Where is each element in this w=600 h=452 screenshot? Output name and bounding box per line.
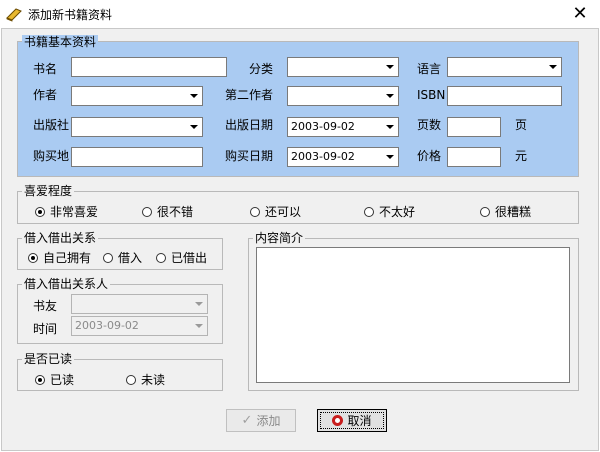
chevron-down-icon[interactable]: [191, 295, 207, 313]
check-icon: ✓: [241, 413, 253, 428]
time-label: 时间: [33, 322, 58, 336]
publish-date-picker[interactable]: 2003-09-02: [287, 117, 399, 137]
preference-option-3[interactable]: 还可以: [250, 203, 301, 220]
purchase-date-value: 2003-09-02: [291, 150, 355, 163]
time-value: 2003-09-02: [75, 319, 139, 332]
radio-icon: [126, 374, 136, 385]
author-select[interactable]: [71, 86, 203, 106]
radio-selected-icon: [28, 252, 38, 263]
preference-option-2[interactable]: 很不错: [142, 203, 193, 220]
lending-option-borrowed[interactable]: 借入: [103, 249, 142, 266]
radio-icon: [364, 206, 374, 217]
book-icon: [6, 8, 22, 22]
time-picker[interactable]: 2003-09-02: [71, 316, 208, 336]
chevron-down-icon[interactable]: [186, 118, 202, 136]
radio-icon: [480, 206, 490, 217]
publisher-label: 出版社: [33, 118, 70, 132]
cancel-icon: [332, 415, 344, 426]
add-button[interactable]: ✓ 添加: [226, 409, 296, 432]
title-label: 书名: [33, 62, 58, 76]
cancel-button[interactable]: 取消: [317, 409, 387, 432]
close-button[interactable]: ✕: [565, 2, 595, 26]
close-icon: ✕: [572, 3, 588, 24]
pages-input[interactable]: [447, 117, 501, 137]
radio-selected-icon: [35, 206, 45, 217]
preference-option-5[interactable]: 很糟糕: [480, 203, 531, 220]
second-author-label: 第二作者: [225, 88, 274, 102]
author-label: 作者: [33, 88, 58, 102]
category-label: 分类: [249, 62, 274, 76]
isbn-input[interactable]: [447, 86, 562, 106]
radio-icon: [250, 206, 260, 217]
friend-label: 书友: [33, 299, 58, 313]
preference-option-4[interactable]: 不太好: [364, 203, 415, 220]
chevron-down-icon[interactable]: [382, 58, 398, 76]
friend-select[interactable]: [71, 294, 208, 314]
basic-info-group-title: 书籍基本资料: [22, 35, 99, 49]
title-bar: 添加新书籍资料 ✕: [0, 0, 600, 28]
publish-date-label: 出版日期: [225, 118, 274, 132]
lending-group-title: 借入借出关系: [22, 231, 99, 245]
title-input[interactable]: [71, 57, 227, 77]
add-button-label: 添加: [256, 414, 281, 428]
price-input[interactable]: [447, 147, 501, 167]
language-select[interactable]: [447, 57, 562, 77]
chevron-down-icon[interactable]: [382, 87, 398, 105]
category-select[interactable]: [287, 57, 399, 77]
pages-unit: 页: [515, 118, 528, 132]
radio-icon: [156, 252, 166, 263]
purchase-date-picker[interactable]: 2003-09-02: [287, 147, 399, 167]
price-unit: 元: [515, 149, 528, 163]
summary-textarea[interactable]: [256, 247, 570, 383]
chevron-down-icon[interactable]: [382, 118, 398, 136]
cancel-button-label: 取消: [347, 414, 372, 428]
lending-option-lent[interactable]: 已借出: [156, 249, 207, 266]
language-label: 语言: [417, 62, 442, 76]
publisher-select[interactable]: [71, 117, 203, 137]
preference-group-title: 喜爱程度: [22, 184, 75, 198]
publish-date-value: 2003-09-02: [291, 120, 355, 133]
chevron-down-icon[interactable]: [191, 317, 207, 335]
chevron-down-icon[interactable]: [382, 148, 398, 166]
chevron-down-icon[interactable]: [186, 87, 202, 105]
window-title: 添加新书籍资料: [28, 8, 113, 22]
purchase-place-input[interactable]: [71, 147, 203, 167]
price-label: 价格: [417, 149, 442, 163]
read-option-unread[interactable]: 未读: [126, 371, 165, 388]
read-status-group-title: 是否已读: [22, 352, 75, 366]
read-option-read[interactable]: 已读: [35, 371, 74, 388]
radio-selected-icon: [35, 374, 45, 385]
lending-option-own[interactable]: 自己拥有: [28, 249, 91, 266]
chevron-down-icon[interactable]: [545, 58, 561, 76]
purchase-date-label: 购买日期: [225, 149, 274, 163]
second-author-select[interactable]: [287, 86, 399, 106]
pages-label: 页数: [417, 118, 442, 132]
lending-person-group-title: 借入借出关系人: [22, 277, 111, 291]
radio-icon: [142, 206, 152, 217]
radio-icon: [103, 252, 113, 263]
preference-option-1[interactable]: 非常喜爱: [35, 203, 98, 220]
isbn-label: ISBN: [417, 88, 446, 102]
purchase-place-label: 购买地: [33, 149, 70, 163]
summary-group-title: 内容简介: [253, 231, 306, 245]
